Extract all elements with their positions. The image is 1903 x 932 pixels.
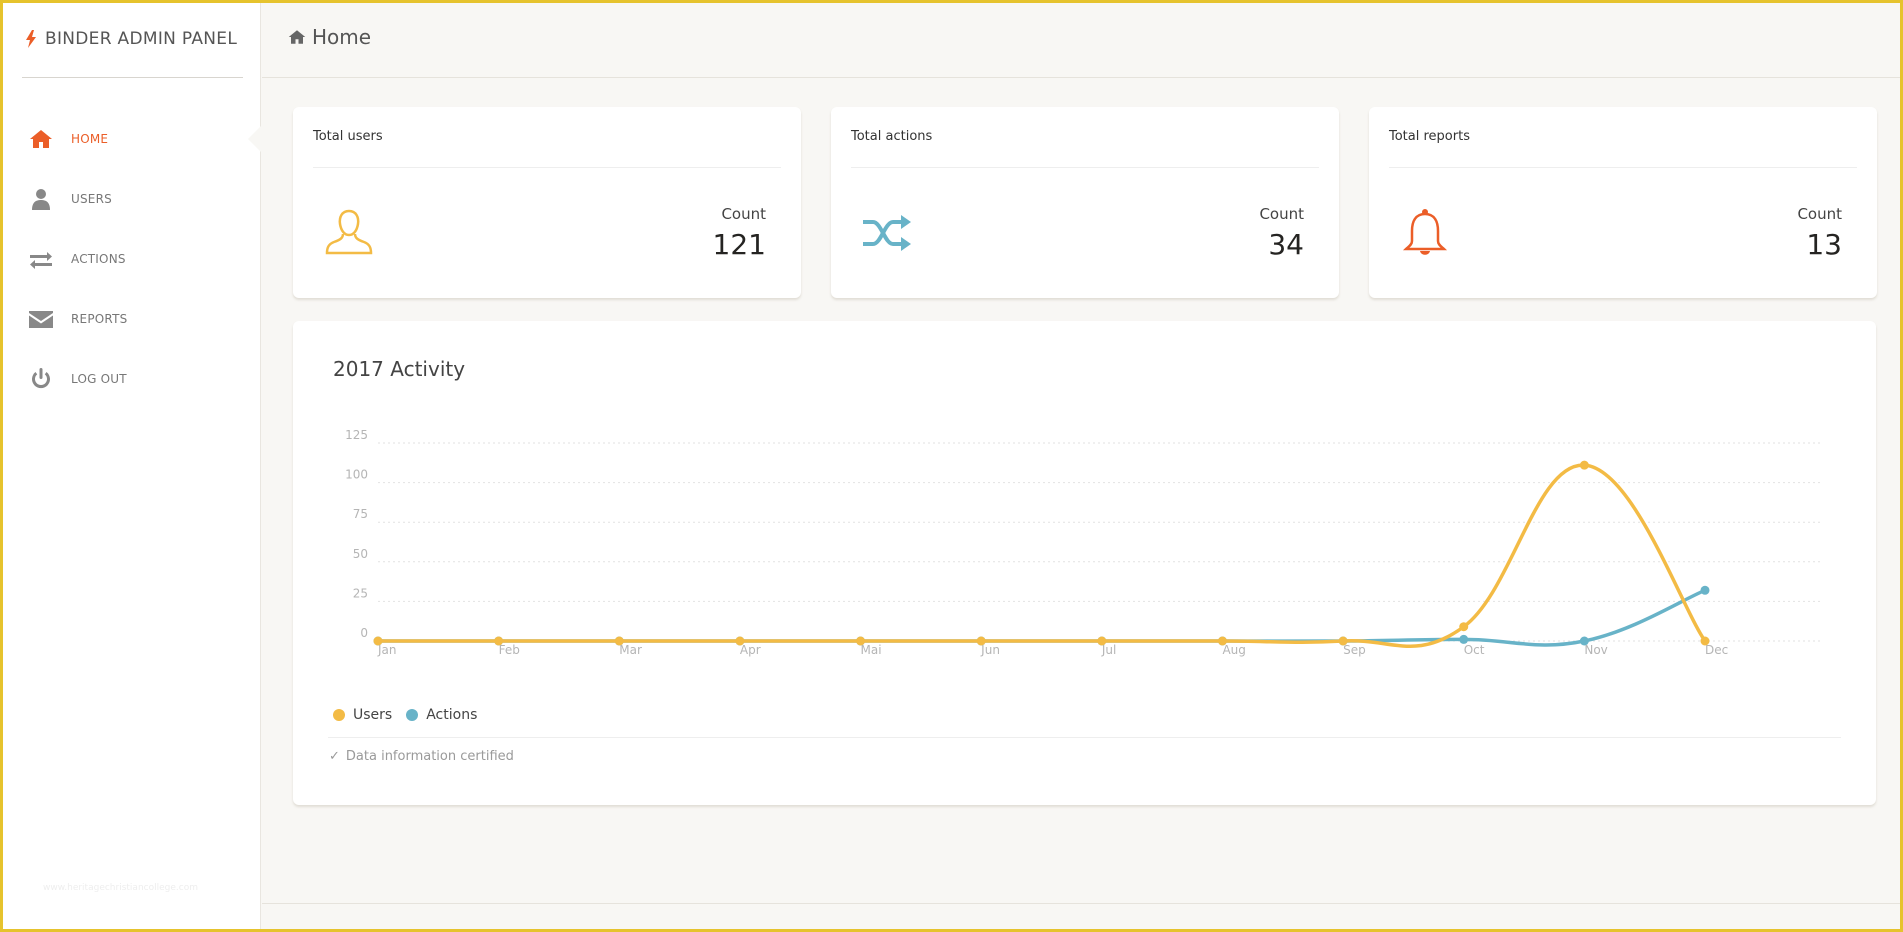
active-indicator [248, 125, 262, 153]
y-tick-label: 0 [360, 626, 368, 640]
sidebar-item-actions[interactable]: ACTIONS [3, 229, 261, 289]
stat-card-reports: Total reports Count 13 [1369, 107, 1877, 298]
data-point-users [494, 636, 504, 646]
brand-divider [22, 77, 243, 78]
stat-card-users: Total users Count 121 [293, 107, 801, 298]
sidebar-item-label: REPORTS [71, 312, 128, 326]
x-tick-label: Dec [1705, 643, 1728, 657]
stat-label: Count [1259, 205, 1304, 223]
stat-value: 121 [712, 228, 766, 261]
check-icon: ✓ [329, 749, 340, 764]
sidebar-item-home[interactable]: HOME [3, 109, 262, 169]
data-point-users [1217, 636, 1227, 646]
footer-note-text: Data information certified [345, 749, 514, 764]
page-title: Home [288, 25, 371, 49]
home-icon [29, 127, 53, 151]
sidebar-item-label: ACTIONS [71, 252, 126, 266]
x-tick-label: Jan [377, 643, 397, 657]
series-line-actions [377, 588, 1706, 647]
sidebar-item-label: HOME [71, 132, 109, 146]
legend-item-actions: Actions [406, 707, 477, 723]
brand[interactable]: BINDER ADMIN PANEL [25, 29, 245, 49]
x-tick-label: Oct [1464, 643, 1485, 657]
y-tick-label: 50 [353, 547, 368, 561]
data-point-actions [1579, 636, 1589, 646]
sidebar-item-label: USERS [71, 192, 112, 206]
footer-divider [262, 903, 1900, 904]
x-tick-label: Apr [740, 643, 761, 657]
sidebar-item-users[interactable]: USERS [3, 169, 261, 229]
legend-dot-actions [406, 709, 419, 721]
stat-value: 34 [1268, 228, 1304, 261]
stat-title: Total reports [1389, 129, 1470, 144]
stat-title: Total users [313, 129, 383, 144]
stat-divider [851, 167, 1319, 168]
x-tick-label: Mai [861, 643, 882, 657]
chart-divider [328, 737, 1841, 738]
x-tick-label: Sep [1343, 643, 1366, 657]
legend-label: Actions [426, 707, 478, 723]
home-icon [288, 30, 306, 44]
legend-item-users: Users [333, 707, 392, 723]
data-point-users [614, 636, 624, 646]
data-point-users [1700, 636, 1710, 646]
chart-legend: Users Actions [333, 707, 483, 723]
stat-label: Count [1797, 205, 1842, 223]
data-point-actions [1700, 585, 1710, 595]
stat-title: Total actions [851, 129, 933, 144]
data-point-users [976, 636, 986, 646]
watermark: www.heritagechristiancollege.com [43, 883, 198, 893]
brand-title: BINDER ADMIN PANEL [45, 29, 238, 49]
sidebar-item-label: LOG OUT [71, 372, 127, 386]
activity-chart-card: 2017 Activity 0 25 50 75 100 125 Jan Feb Mar Apr M… [293, 321, 1876, 805]
app-frame: BINDER ADMIN PANEL HOME USERS ACTIONS RE… [0, 0, 1903, 932]
y-tick-label: 100 [345, 468, 368, 482]
stat-divider [313, 167, 781, 168]
y-tick-label: 125 [345, 428, 368, 442]
sidebar-item-reports[interactable]: REPORTS [3, 289, 261, 349]
legend-label: Users [353, 707, 393, 723]
sidebar-nav: HOME USERS ACTIONS REPORTS LOG OUT [3, 109, 262, 409]
y-tick-label: 25 [353, 586, 368, 600]
sidebar-item-logout[interactable]: LOG OUT [3, 349, 261, 409]
stat-label: Count [721, 205, 766, 223]
data-point-users [1097, 636, 1107, 646]
y-tick-label: 75 [353, 507, 368, 521]
user-outline-icon [325, 209, 373, 255]
series-line-users [377, 463, 1707, 648]
legend-dot-users [333, 709, 345, 721]
exchange-icon [29, 247, 53, 271]
envelope-icon [29, 307, 53, 331]
data-point-actions [1459, 634, 1469, 644]
data-point-users [1579, 460, 1589, 470]
stat-divider [1389, 167, 1857, 168]
x-tick-label: Feb [499, 643, 520, 657]
power-icon [29, 367, 53, 391]
stat-value: 13 [1806, 228, 1842, 261]
data-point-users [1338, 636, 1348, 646]
x-tick-label: Nov [1584, 643, 1607, 657]
data-point-users [856, 636, 866, 646]
sidebar: BINDER ADMIN PANEL HOME USERS ACTIONS RE… [3, 3, 262, 929]
shuffle-icon [863, 215, 911, 251]
data-point-users [1459, 622, 1469, 632]
topbar: Home [262, 3, 1900, 78]
x-tick-label: Mar [619, 643, 642, 657]
data-point-users [735, 636, 745, 646]
data-point-users [373, 636, 383, 646]
chart-footer: ✓ Data information certified [329, 749, 514, 764]
bell-icon [1402, 209, 1448, 255]
x-tick-label: Aug [1222, 643, 1245, 657]
user-icon [29, 187, 53, 211]
bolt-icon [26, 30, 36, 48]
activity-line-chart: 0255075100125Jan Feb Mar Apr Mai Jun Jul Aug Sep… [345, 428, 1823, 657]
page-title-text: Home [312, 25, 372, 49]
x-tick-label: Jun [980, 643, 1000, 657]
stat-card-actions: Total actions Count 34 [831, 107, 1339, 298]
